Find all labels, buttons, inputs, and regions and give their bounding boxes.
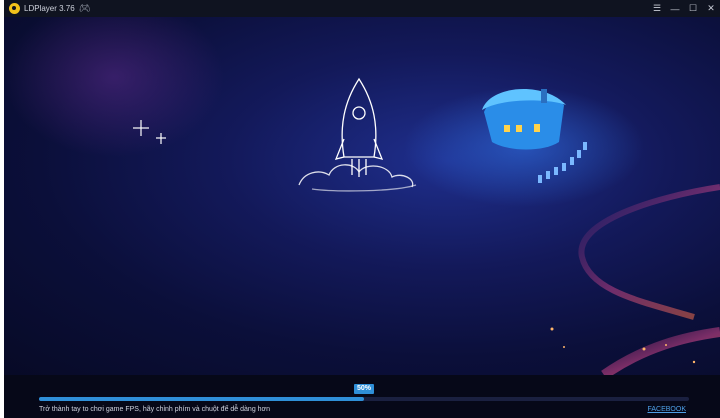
window-title: LDPlayer 3.76	[24, 4, 75, 13]
facebook-link[interactable]: FACEBOOK	[647, 406, 686, 413]
purple-nebula	[4, 17, 224, 157]
emulator-window: LDPlayer 3.76 🎮︎ ☰ — ☐ ✕ 50% Trở thành t…	[4, 0, 720, 418]
hamburger-menu-icon[interactable]: ☰	[648, 0, 666, 17]
gamepad-icon[interactable]: 🎮︎	[79, 4, 90, 13]
pink-light-arc	[578, 184, 720, 320]
orange-light-arc	[601, 327, 720, 375]
minimize-icon[interactable]: —	[666, 0, 684, 17]
progress-bar	[39, 397, 689, 401]
loading-panel: 50% Trở thành tay to chơi game FPS, hãy …	[4, 375, 720, 418]
maximize-icon[interactable]: ☐	[684, 0, 702, 17]
loading-tip: Trở thành tay to chơi game FPS, hãy chỉn…	[39, 406, 271, 413]
splash-artwork	[4, 17, 720, 375]
progress-badge: 50%	[353, 384, 375, 394]
title-bar: LDPlayer 3.76 🎮︎ ☰ — ☐ ✕	[4, 0, 720, 17]
progress-fill	[39, 397, 364, 401]
window-controls: ☰ — ☐ ✕	[648, 0, 720, 17]
loading-splash	[4, 17, 720, 375]
rocket-icon	[298, 77, 417, 192]
ldplayer-logo-icon	[9, 3, 20, 14]
close-icon[interactable]: ✕	[702, 0, 720, 17]
